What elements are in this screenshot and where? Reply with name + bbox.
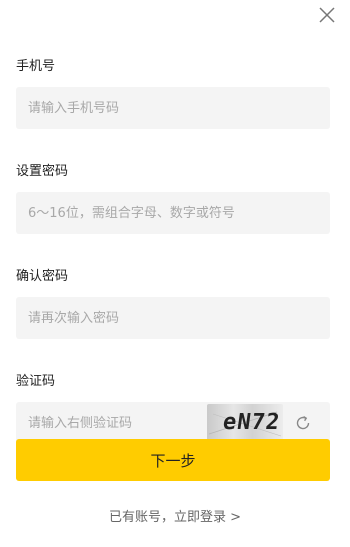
login-link[interactable]: 已有账号，立即登录 >: [0, 506, 350, 525]
next-step-button[interactable]: 下一步: [16, 439, 330, 481]
refresh-captcha-button[interactable]: [294, 414, 312, 432]
password-field-box: [16, 192, 330, 234]
phone-field-box: [16, 87, 330, 129]
captcha-label: 验证码: [16, 374, 56, 389]
register-form: 手机号 设置密码 确认密码 验证码 eN72: [16, 58, 330, 478]
phone-input[interactable]: [16, 87, 330, 129]
confirm-password-label: 确认密码: [16, 269, 69, 284]
close-button[interactable]: [316, 4, 338, 26]
password-input[interactable]: [16, 192, 330, 234]
close-icon: [319, 7, 335, 23]
password-label: 设置密码: [16, 164, 69, 179]
confirm-password-input[interactable]: [16, 297, 330, 339]
refresh-icon: [296, 416, 310, 430]
captcha-image[interactable]: eN72: [207, 404, 283, 442]
captcha-code: eN72: [221, 410, 282, 435]
phone-label: 手机号: [16, 59, 56, 74]
captcha-input[interactable]: [16, 402, 206, 444]
confirm-password-field-box: [16, 297, 330, 339]
captcha-field-box: eN72: [16, 402, 330, 444]
